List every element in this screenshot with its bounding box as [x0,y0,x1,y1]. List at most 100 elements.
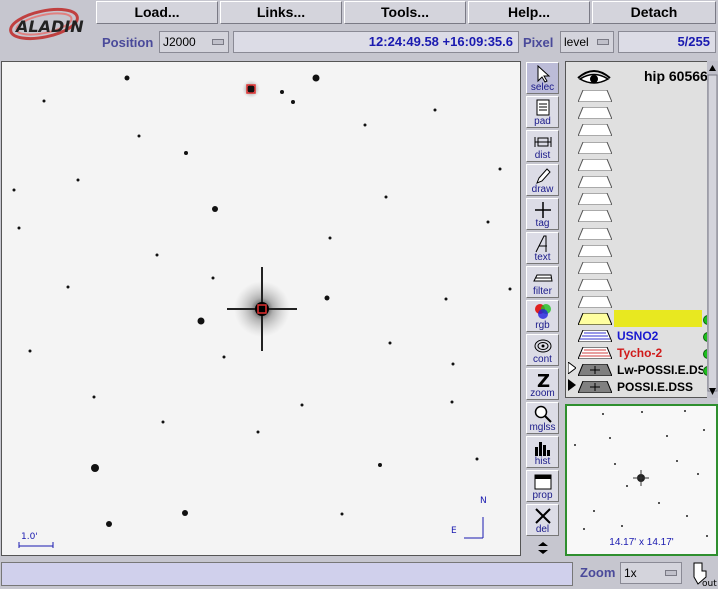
status-bar [1,562,573,586]
zoom-out-button[interactable]: out [688,560,718,589]
tool-label: text [534,252,551,263]
magnifier-icon [534,405,552,423]
up-down-arrows-icon [538,542,548,554]
distance-icon [534,137,552,147]
preview-image [574,410,708,537]
detach-button[interactable]: Detach [592,1,716,24]
delete-x-icon [535,508,551,524]
empty-plane-slot[interactable] [578,90,612,102]
contour-icon [534,339,552,353]
tool-text[interactable]: text [526,232,559,264]
position-label: Position [102,35,154,50]
eye-icon[interactable] [576,66,612,88]
hand-out-icon: out [693,562,717,589]
pixel-value-field: 5/255 [618,31,716,53]
plane-icon[interactable] [578,364,612,376]
tool-cont[interactable]: cont [526,334,559,366]
toolbar: selec pad dist draw tag text filter rgb … [526,61,560,557]
chevron-down-icon [665,570,677,576]
tool-tag[interactable]: tag [526,198,559,230]
zoom-z-icon: Z [537,371,550,389]
empty-plane-slot[interactable] [578,107,612,120]
chevron-down-icon [212,39,224,45]
zoom-value: 1x [624,566,637,580]
tool-label: tag [535,218,550,229]
tool-pad[interactable]: pad [526,96,559,128]
tool-del[interactable]: del [526,504,559,536]
tool-label: draw [531,184,554,195]
plane-icon[interactable] [578,313,612,325]
plane-label[interactable]: Lw-POSSI.E.DS [617,362,703,378]
preview-panel[interactable]: 14.17' x 14.17' [565,404,718,556]
triangle-marker-icon [568,379,576,391]
pencil-icon [536,168,551,184]
tool-dist[interactable]: dist [526,130,559,162]
arrow-cursor-icon [537,65,551,83]
plane-stack[interactable]: hip 60566 Tycho-2~1 USNO2 Tycho-2 Lw-POS… [565,61,718,398]
tool-draw[interactable]: draw [526,164,559,196]
empty-plane-slot[interactable] [578,296,612,309]
preview-caption: 14.17' x 14.17' [609,537,674,548]
empty-plane-slot[interactable] [578,279,612,292]
empty-plane-slot[interactable] [578,158,612,171]
tool-rgb[interactable]: rgb [526,300,559,332]
tool-prop[interactable]: prop [526,470,559,502]
help-button[interactable]: Help... [468,1,590,24]
tool-label: filter [533,286,552,297]
tool-mglss[interactable]: mglss [526,402,559,434]
aladin-logo: ALADIN [6,2,86,46]
tool-select[interactable]: selec [526,62,559,94]
plane-icon[interactable] [578,330,612,342]
plane-label[interactable]: Tycho-2 [617,345,662,361]
empty-plane-slot[interactable] [578,141,612,154]
empty-plane-slot[interactable] [578,210,612,223]
plane-icon[interactable] [578,347,612,359]
pixel-mode-select[interactable]: level [560,31,614,53]
load-button[interactable]: Load... [96,1,218,24]
links-button[interactable]: Links... [220,1,342,24]
empty-plane-slot[interactable] [578,262,612,274]
plane-label[interactable]: USNO2 [617,328,658,344]
plane-label[interactable]: Tycho-2~1 [617,311,676,327]
triangle-marker-icon [568,362,576,374]
frame-select[interactable]: J2000 [159,31,229,53]
tool-hist[interactable]: hist [526,436,559,468]
empty-plane-slot[interactable] [578,244,612,257]
rgb-circles-icon [535,304,551,319]
notepad-icon [536,99,550,116]
plane-icon[interactable] [578,381,612,393]
empty-plane-slot[interactable] [578,176,612,188]
tool-label: selec [530,82,555,93]
compass-north-label: N [480,496,487,506]
position-field[interactable]: 12:24:49.58 +16:09:35.6 [233,31,519,53]
zoom-select[interactable]: 1x [620,562,682,584]
chevron-down-icon [597,39,609,45]
tool-label: del [535,524,550,535]
filter-icon [533,274,553,282]
empty-plane-slot[interactable] [578,124,612,137]
plane-label[interactable]: POSSI.E.DSS [617,379,703,395]
pixel-label: Pixel [523,35,554,50]
svg-text:Z: Z [537,371,550,389]
pixel-mode-value: level [564,35,589,49]
empty-plane-slot[interactable] [578,193,612,206]
empty-plane-slot[interactable] [578,227,612,240]
svg-text:out: out [702,579,717,588]
zoom-label: Zoom [580,565,616,580]
toolbar-resize-handle[interactable] [536,541,550,555]
crosshair-icon [535,202,551,218]
scale-label: 1.0' [21,532,38,542]
image-view[interactable]: 1.0' N E [1,61,521,556]
stack-scrollbar[interactable] [707,61,718,398]
frame-value: J2000 [163,35,196,49]
compass-east-label: E [451,526,457,536]
stack-title: hip 60566 [644,68,708,84]
histogram-icon [535,442,550,456]
tool-zoom[interactable]: Z zoom [526,368,559,400]
tool-label: zoom [530,388,555,399]
tools-button[interactable]: Tools... [344,1,466,24]
tool-label: rgb [535,320,550,331]
tool-filter[interactable]: filter [526,266,559,298]
tool-label: pad [534,116,551,127]
tool-label: dist [534,150,551,161]
